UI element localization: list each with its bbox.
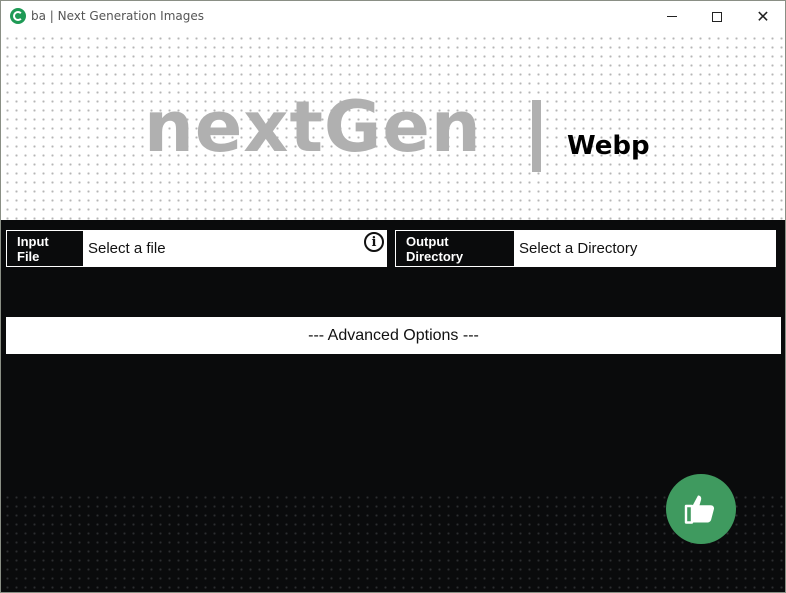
window-title: ba | Next Generation Images [31,9,205,23]
maximize-button[interactable] [694,1,740,32]
output-directory-button[interactable]: Output Directory [396,231,514,266]
info-icon[interactable]: i [364,232,384,252]
output-directory-value[interactable]: Select a Directory [514,240,775,257]
input-file-field[interactable]: Input File Select a file i [6,230,387,267]
app-window: ba | Next Generation Images ✕ nextGen We… [0,0,786,593]
brand-separator [532,100,541,172]
app-logo-icon [10,8,26,24]
header-banner: nextGen Webp [1,32,785,220]
minimize-icon [667,16,677,17]
maximize-icon [712,11,722,22]
input-file-value[interactable]: Select a file [83,240,386,257]
brand-title: nextGen [144,86,482,168]
close-icon: ✕ [756,6,770,26]
convert-button[interactable] [666,474,736,544]
minimize-button[interactable] [649,1,695,32]
thumbs-up-icon [684,495,715,524]
format-label: Webp [567,131,650,161]
advanced-options-toggle[interactable]: --- Advanced Options --- [6,317,781,354]
close-button[interactable]: ✕ [740,1,785,32]
output-directory-field[interactable]: Output Directory Select a Directory [395,230,776,267]
input-file-button[interactable]: Input File [7,231,83,266]
title-bar[interactable]: ba | Next Generation Images ✕ [1,1,785,32]
